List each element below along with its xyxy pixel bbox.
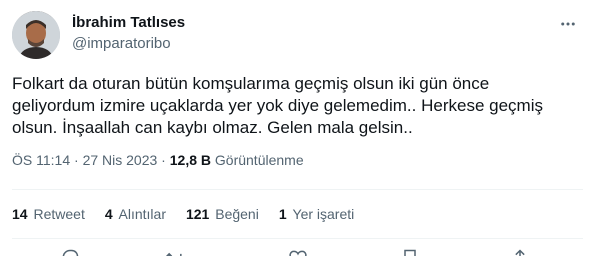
- divider: [12, 189, 583, 190]
- quotes-stat[interactable]: 4 Alıntılar: [105, 205, 166, 223]
- quotes-count: 4: [104, 206, 113, 222]
- author-display-name[interactable]: İbrahim Tatlıses: [72, 13, 185, 32]
- bookmark-icon: [404, 249, 416, 256]
- share-button[interactable]: [510, 248, 530, 256]
- tweet-meta: ÖS 11:14 · 27 Nis 2023 · 12,8 B Görüntül…: [12, 151, 304, 169]
- retweet-icon: [166, 252, 182, 256]
- likes-stat[interactable]: 121 Beğeni: [186, 205, 259, 223]
- retweets-stat[interactable]: 14 Retweet: [12, 205, 85, 223]
- heart-icon: [289, 250, 307, 256]
- avatar-image: [12, 11, 60, 59]
- avatar[interactable]: [12, 11, 60, 59]
- likes-count: 121: [185, 206, 210, 222]
- bookmarks-stat[interactable]: 1 Yer işareti: [279, 205, 354, 223]
- author-info: İbrahim Tatlıses @imparatoribo: [72, 13, 185, 53]
- meta-separator: ·: [70, 152, 83, 168]
- bookmarks-count: 1: [278, 206, 287, 222]
- retweets-label: Retweet: [33, 206, 85, 222]
- tweet-stats: 14 Retweet 4 Alıntılar 121 Beğeni 1 Yer …: [12, 205, 374, 223]
- reply-icon: [62, 249, 79, 256]
- more-horizontal-icon: [561, 22, 575, 26]
- share-icon: [515, 249, 525, 256]
- bookmarks-label: Yer işareti: [292, 206, 355, 222]
- quotes-label: Alıntılar: [118, 206, 166, 222]
- tweet-actions: [0, 248, 595, 256]
- retweet-button[interactable]: [165, 248, 185, 256]
- views-label: Görüntülenme: [214, 152, 304, 168]
- tweet-date[interactable]: 27 Nis 2023: [83, 152, 158, 168]
- reply-button[interactable]: [60, 248, 80, 256]
- views-count: 12,8 B: [169, 152, 211, 168]
- like-button[interactable]: [288, 248, 308, 256]
- more-options-button[interactable]: [557, 14, 579, 34]
- retweets-count: 14: [12, 206, 28, 222]
- meta-separator-2: ·: [157, 152, 170, 168]
- tweet-text: Folkart da oturan bütün komşularıma geçm…: [12, 74, 543, 137]
- tweet-time[interactable]: ÖS 11:14: [12, 152, 70, 168]
- author-handle[interactable]: @imparatoribo: [72, 34, 185, 53]
- bookmark-button[interactable]: [400, 248, 420, 256]
- likes-label: Beğeni: [215, 206, 259, 222]
- tweet-card: İbrahim Tatlıses @imparatoribo Folkart d…: [0, 0, 595, 256]
- divider-2: [12, 238, 583, 239]
